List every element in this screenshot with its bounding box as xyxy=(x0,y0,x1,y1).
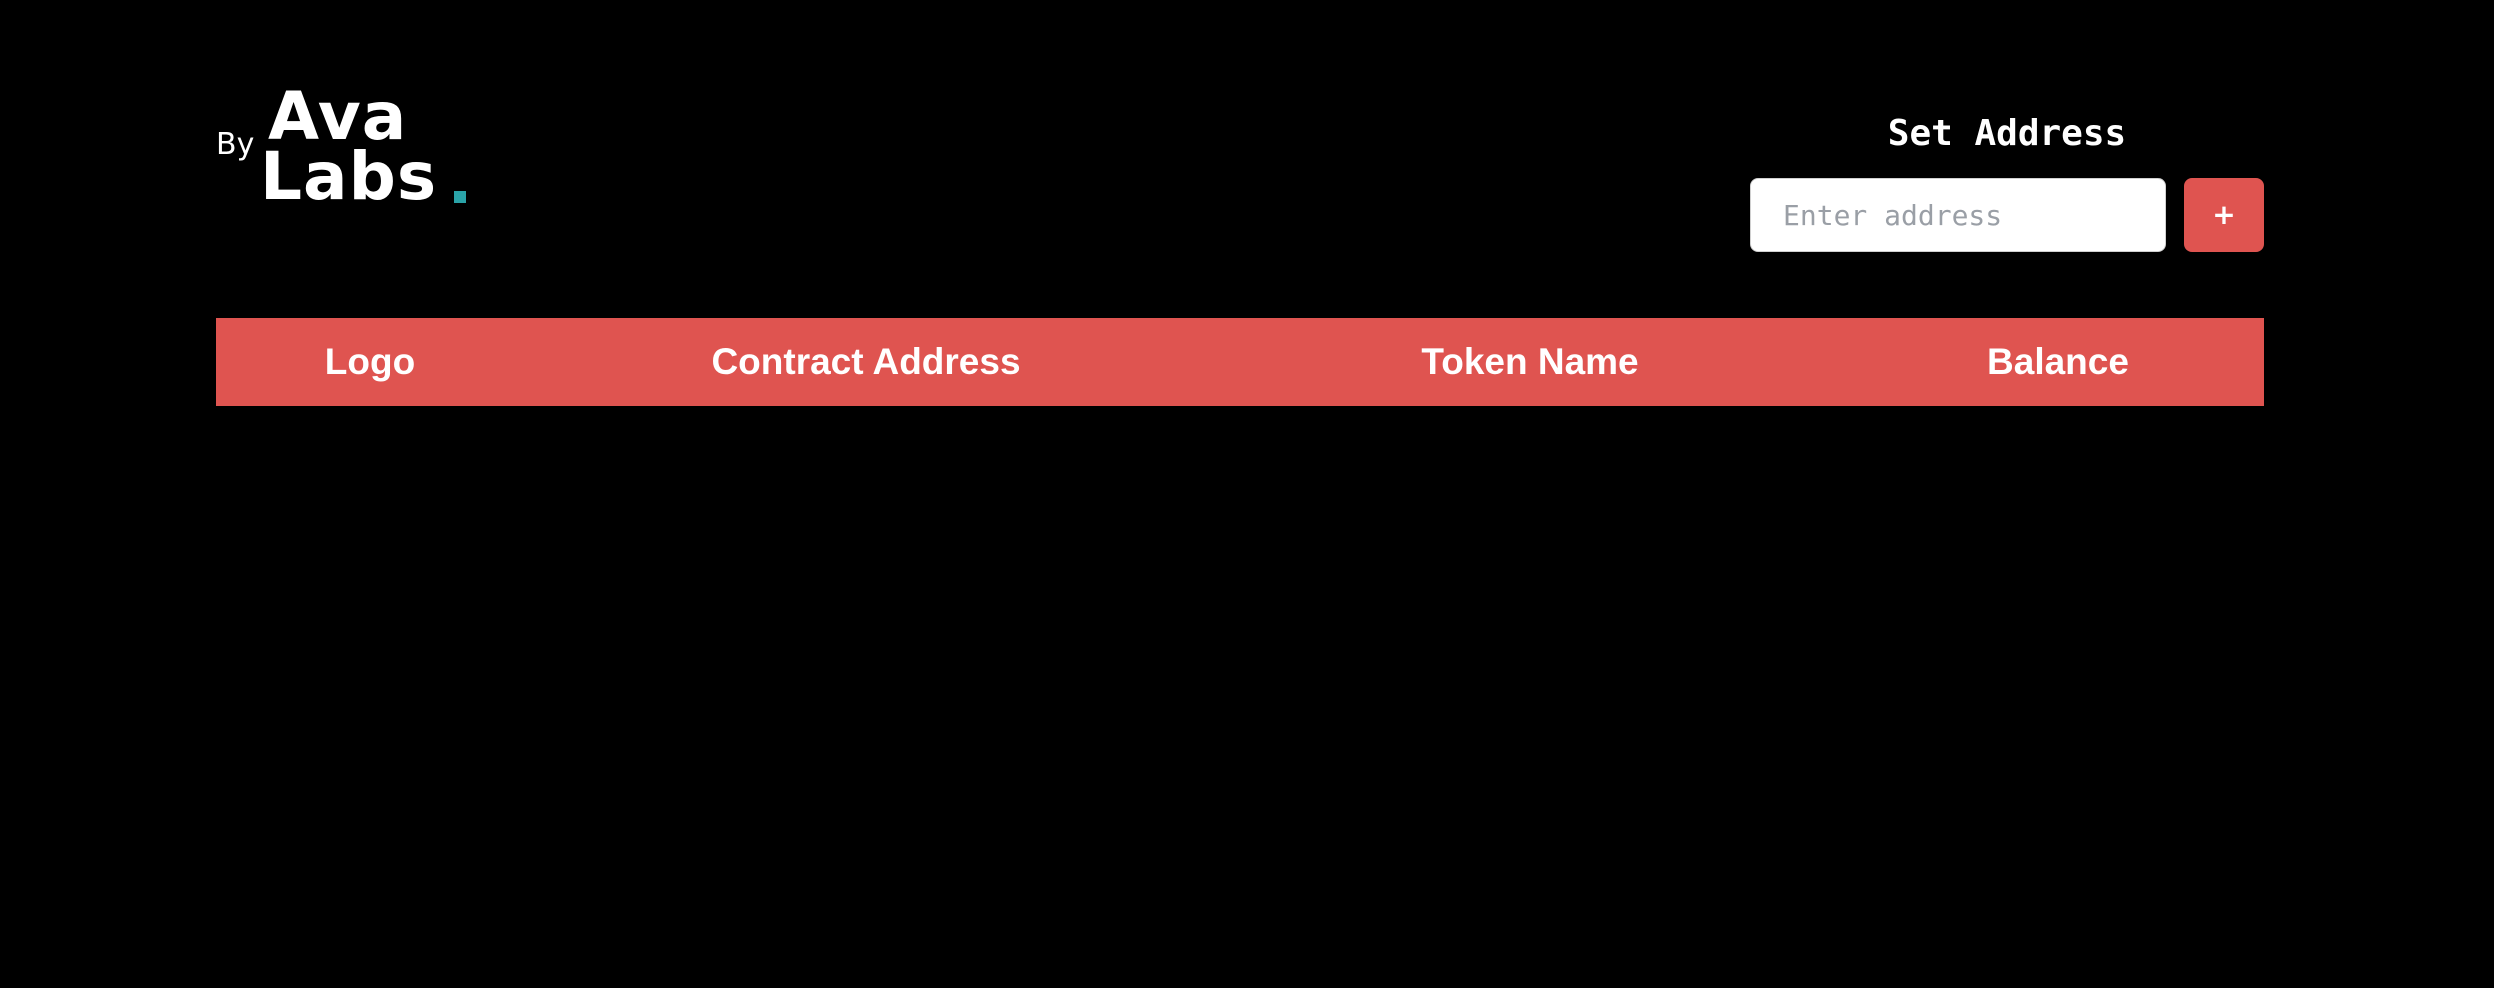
column-header-contract-address: Contract Address xyxy=(711,341,1021,382)
column-header-logo: Logo xyxy=(324,341,416,382)
table-header: Logo Contract Address Token Name Balance xyxy=(216,318,2264,406)
set-address-title: Set Address xyxy=(1887,113,2127,154)
set-address-panel: Set Address + xyxy=(1750,106,2264,256)
brand-dot-icon xyxy=(454,191,466,203)
token-table: Logo Contract Address Token Name Balance xyxy=(216,318,2264,406)
column-header-balance: Balance xyxy=(1987,341,2129,382)
brand-word-line2: Labs xyxy=(260,138,438,215)
ava-labs-logo: By Ava Labs xyxy=(216,84,476,214)
address-input[interactable] xyxy=(1750,178,2166,252)
add-address-button[interactable]: + xyxy=(2184,178,2264,252)
brand-by-text: By xyxy=(216,127,255,162)
column-header-token-name: Token Name xyxy=(1421,341,1639,382)
page: By Ava Labs Set Address + Logo Contract … xyxy=(0,0,2494,988)
